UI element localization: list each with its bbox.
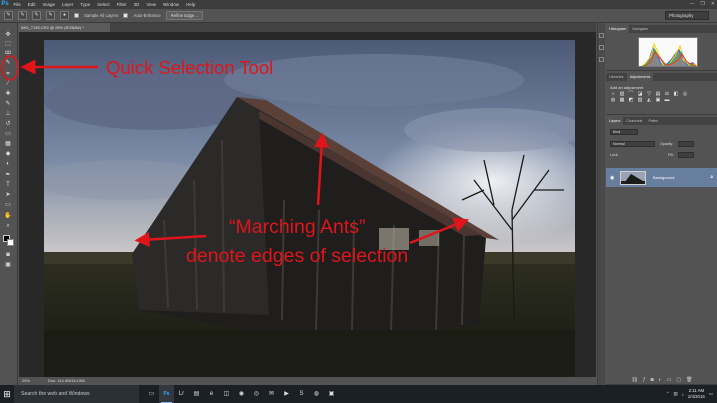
quick-selection-callout: Quick Selection Tool xyxy=(106,57,274,78)
marching-ants-callout: “Marching Ants” xyxy=(229,216,366,238)
media-player-icon[interactable]: ▶ xyxy=(279,385,294,403)
mail-icon[interactable]: ✉ xyxy=(264,385,279,403)
volume-icon[interactable]: ♪ xyxy=(682,392,684,397)
task-view-icon[interactable]: ▭ xyxy=(144,385,159,403)
spotify-icon[interactable]: ◍ xyxy=(309,385,324,403)
skype-icon[interactable]: S xyxy=(294,385,309,403)
file-explorer-icon[interactable]: ▤ xyxy=(189,385,204,403)
arrow-to-right-eave xyxy=(409,217,469,245)
windows-start-icon[interactable]: ⊞ xyxy=(0,385,14,403)
app-icon[interactable]: ▣ xyxy=(324,385,339,403)
taskbar-search[interactable]: Search the web and Windows xyxy=(14,385,139,403)
firefox-icon[interactable]: ◉ xyxy=(234,385,249,403)
windows-taskbar: ⊞ Search the web and Windows ▭ Ps Lr ▤ e… xyxy=(0,385,717,403)
network-icon[interactable]: ▥ xyxy=(673,391,677,397)
taskbar-apps: ▭ Ps Lr ▤ e ◫ ◉ ◎ ✉ ▶ S ◍ ▣ xyxy=(144,385,339,403)
arrow-to-left-eave xyxy=(134,232,207,248)
tool-highlight-circle xyxy=(1,55,19,81)
taskbar-clock[interactable]: 2:11 AM 2/4/2016 xyxy=(688,388,705,400)
marching-ants-caption: denote edges of selection xyxy=(186,245,409,267)
photoshop-taskbar-icon[interactable]: Ps xyxy=(159,385,174,403)
clock-date: 2/4/2016 xyxy=(688,394,705,399)
store-icon[interactable]: ◫ xyxy=(219,385,234,403)
edge-browser-icon[interactable]: e xyxy=(204,385,219,403)
arrow-to-roof xyxy=(314,132,330,206)
lightroom-taskbar-icon[interactable]: Lr xyxy=(174,385,189,403)
action-center-icon[interactable]: ▭ xyxy=(709,391,713,397)
chrome-icon[interactable]: ◎ xyxy=(249,385,264,403)
notifications-up-icon[interactable]: ⌃ xyxy=(666,391,670,397)
system-tray: ⌃ ▥ ♪ 2:11 AM 2/4/2016 ▭ xyxy=(666,385,713,403)
